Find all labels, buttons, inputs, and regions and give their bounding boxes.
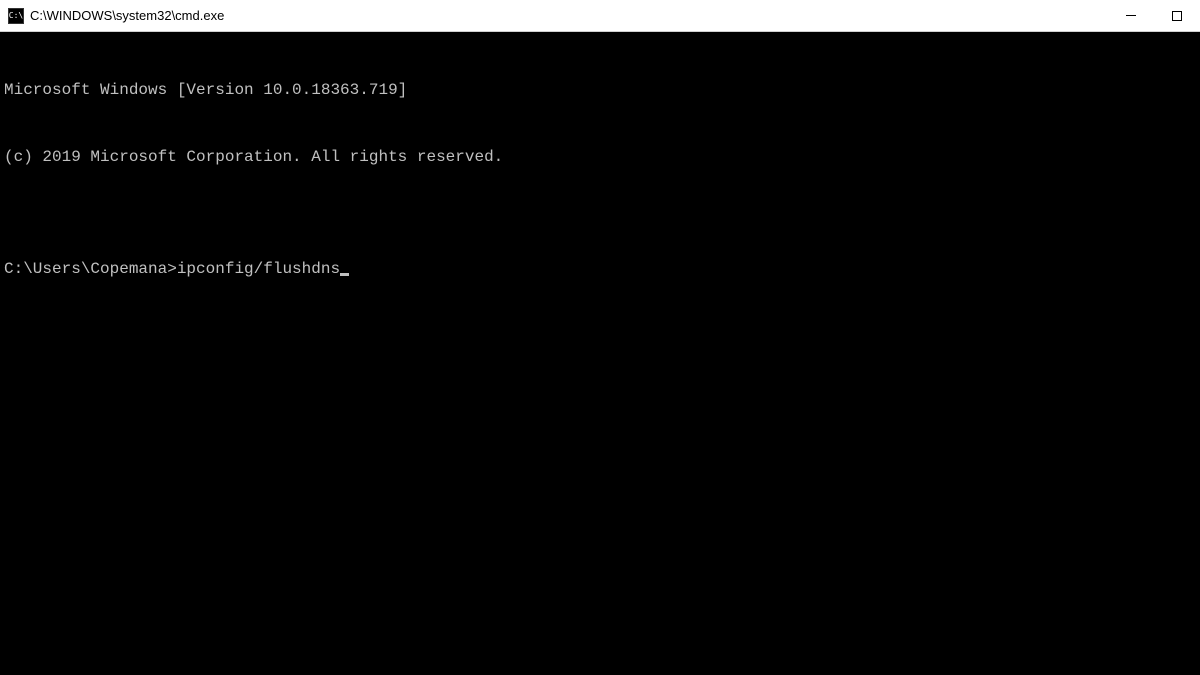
maximize-button[interactable] <box>1154 0 1200 31</box>
minimize-icon <box>1126 15 1136 16</box>
terminal-prompt: C:\Users\Copemana> <box>4 258 177 280</box>
cmd-window: C:\ C:\WINDOWS\system32\cmd.exe Microsof… <box>0 0 1200 675</box>
terminal-command: ipconfig/flushdns <box>177 258 340 280</box>
terminal-area[interactable]: Microsoft Windows [Version 10.0.18363.71… <box>0 32 1200 675</box>
terminal-output-line: Microsoft Windows [Version 10.0.18363.71… <box>4 79 1196 101</box>
titlebar[interactable]: C:\ C:\WINDOWS\system32\cmd.exe <box>0 0 1200 32</box>
terminal-output-line: (c) 2019 Microsoft Corporation. All righ… <box>4 146 1196 168</box>
terminal-cursor <box>340 273 349 276</box>
window-title: C:\WINDOWS\system32\cmd.exe <box>30 8 1108 23</box>
maximize-icon <box>1172 11 1182 21</box>
cmd-icon: C:\ <box>8 8 24 24</box>
minimize-button[interactable] <box>1108 0 1154 31</box>
terminal-prompt-line: C:\Users\Copemana>ipconfig/flushdns <box>4 258 1196 280</box>
window-controls <box>1108 0 1200 31</box>
